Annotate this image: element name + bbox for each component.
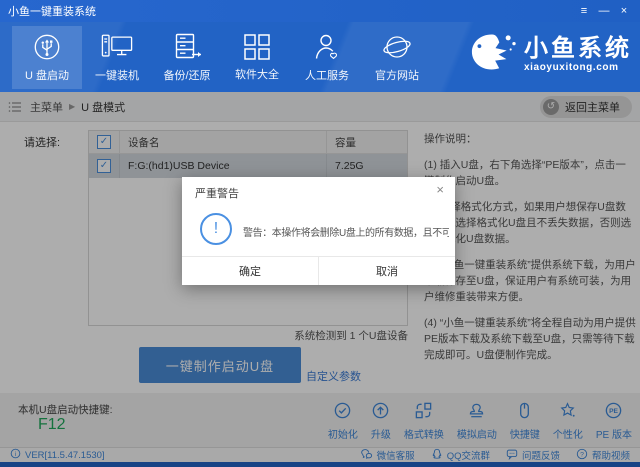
nav-item-website[interactable]: 官方网站 bbox=[362, 26, 432, 89]
backup-restore-icon bbox=[171, 32, 203, 62]
nav-items: U 盘启动 一键装机 bbox=[12, 26, 432, 89]
window-title: 小鱼一键重装系统 bbox=[8, 3, 96, 19]
dialog-title: 严重警告 bbox=[195, 185, 239, 201]
apps-grid-icon bbox=[243, 33, 271, 61]
dialog-message: 警告：本操作将会删除U盘上的所有数据，且不可恢复 bbox=[243, 224, 449, 239]
nav-item-software[interactable]: 软件大全 bbox=[222, 26, 292, 89]
nav-item-one-key-install[interactable]: 一键装机 bbox=[82, 26, 152, 89]
computer-icon bbox=[101, 32, 133, 62]
close-button[interactable]: × bbox=[616, 2, 632, 20]
nav-item-label: U 盘启动 bbox=[25, 67, 69, 83]
support-person-icon bbox=[312, 32, 342, 62]
brand-name: 小鱼系统 bbox=[524, 37, 632, 61]
nav-item-label: 人工服务 bbox=[305, 67, 349, 83]
cancel-button[interactable]: 取消 bbox=[319, 257, 455, 285]
brand-logo: 小鱼系统 xiaoyuxitong.com bbox=[469, 31, 632, 78]
nav-item-usb-boot[interactable]: U 盘启动 bbox=[12, 26, 82, 89]
nav-item-support[interactable]: 人工服务 bbox=[292, 26, 362, 89]
main-nav: U 盘启动 一键装机 bbox=[0, 22, 640, 92]
nav-item-label: 备份/还原 bbox=[163, 67, 210, 83]
dialog-close-icon[interactable]: × bbox=[436, 182, 444, 197]
menu-button[interactable]: ≡ bbox=[576, 2, 592, 20]
nav-item-label: 一键装机 bbox=[95, 67, 139, 83]
titlebar: 小鱼一键重装系统 ≡ — × bbox=[0, 0, 640, 22]
nav-item-label: 官方网站 bbox=[375, 67, 419, 83]
warning-exclamation-icon: ! bbox=[200, 213, 232, 245]
app-window: 小鱼一键重装系统 ≡ — × U 盘启动 bbox=[0, 0, 640, 467]
nav-item-backup-restore[interactable]: 备份/还原 bbox=[152, 26, 222, 89]
nav-item-label: 软件大全 bbox=[235, 66, 279, 82]
confirm-button[interactable]: 确定 bbox=[182, 257, 319, 285]
brand-domain: xiaoyuxitong.com bbox=[524, 63, 632, 73]
globe-icon bbox=[382, 32, 412, 62]
usb-icon bbox=[32, 32, 62, 62]
warning-dialog: 严重警告 × ! 警告：本操作将会删除U盘上的所有数据，且不可恢复 确定 取消 bbox=[182, 177, 455, 285]
window-controls: ≡ — × bbox=[576, 2, 632, 20]
minimize-button[interactable]: — bbox=[596, 2, 612, 20]
fish-logo-icon bbox=[469, 31, 519, 78]
